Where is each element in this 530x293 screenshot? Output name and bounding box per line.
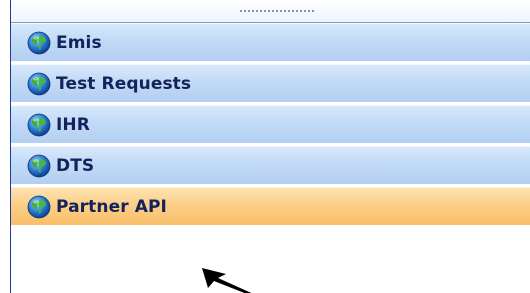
globe-icon — [27, 72, 51, 95]
nav-item-dts[interactable]: DTS — [11, 146, 530, 186]
nav-item-ihr[interactable]: IHR — [11, 105, 530, 145]
nav-item-label: IHR — [56, 114, 90, 135]
navigation-pane: Emis Test Requests IHR DTS Partner API — [0, 0, 530, 293]
splitter-grip[interactable] — [240, 10, 320, 13]
nav-item-emis[interactable]: Emis — [11, 23, 530, 63]
globe-icon — [27, 113, 51, 136]
nav-item-test-requests[interactable]: Test Requests — [11, 64, 530, 104]
globe-icon — [27, 154, 51, 177]
window-edge — [0, 0, 8, 293]
nav-list: Emis Test Requests IHR DTS Partner API — [11, 23, 530, 228]
nav-item-label: DTS — [56, 155, 95, 176]
mouse-pointer-icon — [202, 268, 252, 293]
nav-item-label: Partner API — [56, 196, 167, 217]
nav-item-label: Emis — [56, 32, 102, 53]
nav-item-partner-api[interactable]: Partner API — [11, 187, 530, 227]
nav-item-label: Test Requests — [56, 73, 192, 94]
pane-splitter[interactable] — [11, 0, 530, 23]
globe-icon — [27, 31, 51, 54]
globe-icon — [27, 195, 51, 218]
